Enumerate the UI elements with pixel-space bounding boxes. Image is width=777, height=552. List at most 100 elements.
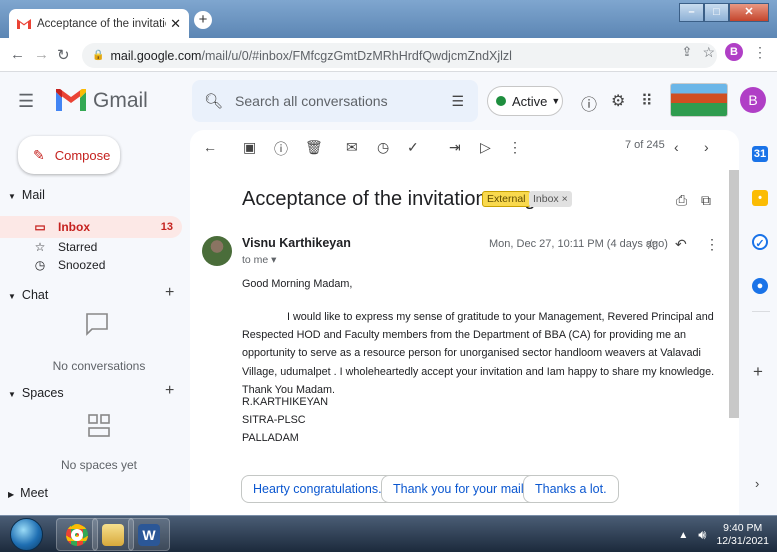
mail-section-header[interactable]: ▼ Mail xyxy=(0,188,45,202)
help-icon[interactable]: ⓘ xyxy=(581,91,597,115)
chat-bubble-icon xyxy=(86,313,108,336)
gmail-logo-icon[interactable] xyxy=(56,89,86,111)
profile-avatar[interactable]: B xyxy=(725,43,743,61)
maximize-button[interactable]: □ xyxy=(704,3,729,22)
snooze-icon[interactable]: ◷ xyxy=(377,139,389,156)
url-path: /mail/u/0/#inbox/FMfcgzGmtDzMRhHrdfQwdjc… xyxy=(201,48,512,63)
forward-icon[interactable]: → xyxy=(34,46,49,63)
keep-icon[interactable]: • xyxy=(752,190,768,206)
status-dropdown[interactable]: Active ▼ xyxy=(487,86,563,116)
more-options-icon[interactable]: ⋮ xyxy=(508,139,522,156)
clock[interactable]: 9:40 PM 12/31/2021 xyxy=(716,522,769,548)
new-tab-button[interactable]: + xyxy=(194,11,212,29)
tray-expand-icon[interactable]: ▲ xyxy=(678,530,688,541)
signature-line: PALLADAM xyxy=(242,432,299,444)
rail-divider xyxy=(752,311,770,312)
calendar-icon[interactable]: 31 xyxy=(752,146,768,162)
reload-icon[interactable]: ↻ xyxy=(57,46,70,64)
folder-icon xyxy=(102,523,124,546)
spaces-section-header[interactable]: ▼ Spaces xyxy=(0,386,64,400)
recipient-dropdown[interactable]: to me ▾ xyxy=(242,254,276,266)
smart-reply-button[interactable]: Hearty congratulations. xyxy=(241,475,394,503)
show-side-panel-icon[interactable]: › xyxy=(755,476,759,491)
windows-taskbar: W ▲ 🔊︎ 9:40 PM 12/31/2021 xyxy=(0,515,777,552)
new-space-icon[interactable]: + xyxy=(165,382,174,400)
bookmark-star-icon[interactable]: ☆ xyxy=(702,44,715,61)
contacts-icon[interactable]: ● xyxy=(752,278,768,294)
window-close-button[interactable]: ✕ xyxy=(729,3,769,22)
move-to-icon[interactable]: ⇥ xyxy=(449,139,461,156)
back-to-inbox-icon[interactable]: ← xyxy=(203,139,217,155)
get-addons-icon[interactable]: + xyxy=(753,362,763,382)
unread-count: 13 xyxy=(160,221,173,233)
tasks-icon[interactable]: ✓ xyxy=(752,234,768,250)
chat-empty-text: No conversations xyxy=(52,359,146,373)
url-field[interactable]: 🔒 mail.google.com /mail/u/0/#inbox/FMfcg… xyxy=(82,43,717,68)
sidebar-item-inbox[interactable]: ▭ Inbox 13 xyxy=(0,216,182,238)
delete-icon[interactable]: 🗑︎ xyxy=(305,139,323,156)
url-host: mail.google.com xyxy=(110,48,202,63)
star-message-icon[interactable]: ☆ xyxy=(645,236,658,253)
chat-section-header[interactable]: ▼ Chat xyxy=(0,288,48,302)
gmail-header: ☰ Gmail 🔍︎ Search all conversations ☰ Ac… xyxy=(0,72,777,130)
print-icon[interactable]: ⎙ xyxy=(676,192,687,209)
newer-chevron-icon[interactable]: ‹ xyxy=(674,139,679,155)
tab-title: Acceptance of the invitation -Re xyxy=(37,17,166,30)
search-options-icon[interactable]: ☰ xyxy=(451,93,464,110)
mark-unread-icon[interactable]: ✉ xyxy=(346,139,358,156)
archive-icon[interactable]: ▣ xyxy=(243,139,256,156)
apps-grid-icon[interactable]: ⠿ xyxy=(641,91,653,111)
volume-icon[interactable]: 🔊︎ xyxy=(698,527,706,543)
minimize-button[interactable]: – xyxy=(679,3,704,22)
pencil-icon: ✎ xyxy=(33,146,45,163)
caret-down-icon: ▼ xyxy=(8,192,16,201)
reply-icon[interactable]: ↶ xyxy=(675,236,687,253)
signature-line: SITRA-PLSC xyxy=(242,414,306,426)
gmail-logo-text: Gmail xyxy=(93,89,148,112)
sender-name: Visnu Karthikeyan xyxy=(242,236,351,250)
open-new-window-icon[interactable]: ⧉ xyxy=(701,192,711,209)
settings-gear-icon[interactable]: ⚙ xyxy=(611,91,625,111)
inbox-label[interactable]: Inbox × xyxy=(529,191,572,207)
clock-date: 12/31/2021 xyxy=(716,535,769,547)
start-button[interactable] xyxy=(10,518,43,551)
back-icon[interactable]: ← xyxy=(10,46,25,63)
main-menu-icon[interactable]: ☰ xyxy=(18,91,34,112)
browser-menu-icon[interactable]: ⋮ xyxy=(753,44,767,61)
label-icon[interactable]: ▷ xyxy=(480,139,491,156)
compose-button[interactable]: ✎ Compose xyxy=(18,136,120,174)
search-input[interactable]: 🔍︎ Search all conversations ☰ xyxy=(192,80,478,122)
organization-logo xyxy=(670,83,728,117)
sidebar-item-label: Snoozed xyxy=(58,258,106,272)
message-more-icon[interactable]: ⋮ xyxy=(705,236,719,253)
clock-icon: ◷ xyxy=(34,258,46,272)
add-to-tasks-icon[interactable]: ✓ xyxy=(407,139,419,156)
word-taskbar-button[interactable]: W xyxy=(128,518,170,551)
chrome-icon xyxy=(66,523,88,546)
search-icon[interactable]: 🔍︎ xyxy=(204,92,223,110)
gmail-app: ☰ Gmail 🔍︎ Search all conversations ☰ Ac… xyxy=(0,72,777,515)
tab-close-icon[interactable]: ✕ xyxy=(170,16,181,32)
smart-reply-button[interactable]: Thanks a lot. xyxy=(523,475,619,503)
smart-reply-button[interactable]: Thank you for your mail. xyxy=(381,475,540,503)
chevron-down-icon: ▼ xyxy=(551,96,561,106)
caret-right-icon: ▶ xyxy=(8,490,15,499)
email-greeting: Good Morning Madam, xyxy=(242,278,353,290)
pager-text: 7 of 245 xyxy=(625,139,665,151)
status-label: Active xyxy=(512,93,548,109)
share-icon[interactable]: ⇪ xyxy=(682,44,693,60)
lock-icon: 🔒 xyxy=(92,50,105,61)
compose-label: Compose xyxy=(54,147,111,163)
report-spam-icon[interactable]: ⓘ xyxy=(274,139,288,159)
browser-tab[interactable]: Acceptance of the invitation -Re ✕ xyxy=(9,9,189,38)
new-chat-icon[interactable]: + xyxy=(165,284,174,302)
email-body: I would like to express my sense of grat… xyxy=(242,311,715,396)
system-tray: ▲ 🔊︎ 9:40 PM 12/31/2021 xyxy=(678,522,769,548)
meet-section-header[interactable]: ▶ Meet xyxy=(0,486,48,500)
older-chevron-icon[interactable]: › xyxy=(704,139,709,155)
sidebar-item-snoozed[interactable]: ◷ Snoozed xyxy=(0,254,182,276)
message-scrollbar[interactable] xyxy=(729,170,739,418)
account-avatar[interactable]: B xyxy=(740,87,766,113)
spaces-icon xyxy=(88,414,110,437)
word-icon: W xyxy=(138,523,160,546)
